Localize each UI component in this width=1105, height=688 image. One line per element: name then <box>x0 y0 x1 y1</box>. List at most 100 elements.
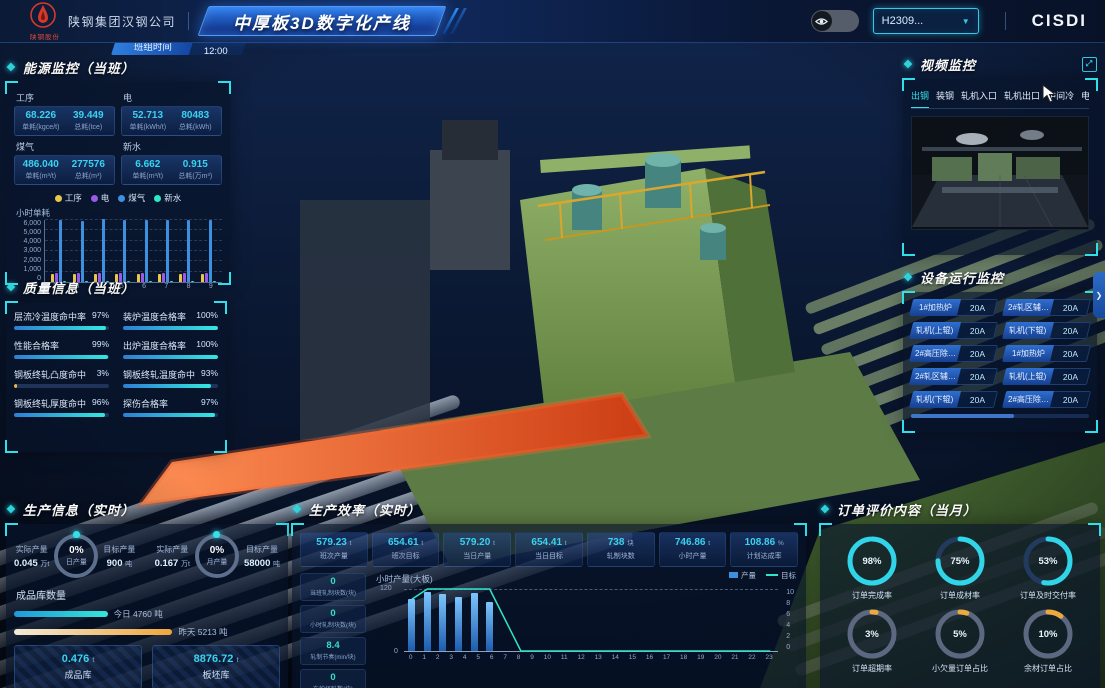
quality-item-top: 钢板终轧厚度命中96% <box>14 397 109 410</box>
device-chip-2#高压除…[interactable]: 2#高压除…20A <box>1002 391 1091 408</box>
quality-item: 探伤合格率97% <box>123 397 218 417</box>
energy-chart-y-axis: 6,0005,0004,0003,0002,0001,0000 <box>14 220 44 282</box>
bar-group <box>73 221 88 282</box>
quality-percent: 93% <box>201 368 218 381</box>
right-axis-tick: 4 <box>786 622 794 629</box>
visibility-toggle[interactable] <box>811 10 859 32</box>
frame-corner <box>1085 420 1098 433</box>
energy-card-category: 工序 <box>16 91 115 104</box>
device-chip-2#高压除…[interactable]: 2#高压除…20A <box>909 345 998 362</box>
stock-bars: 今日 4760 吨昨天 5213 吨 <box>14 608 280 638</box>
video-tab-轧机入口[interactable]: 轧机入口 <box>961 89 997 102</box>
order-donut-ring: 75% <box>933 534 987 588</box>
camera-feed[interactable] <box>911 116 1089 230</box>
video-tab-轧机出口[interactable]: 轧机出口 <box>1004 89 1040 102</box>
quality-label: 钢板终轧厚度命中 <box>14 397 86 410</box>
y-tick: 5,000 <box>23 229 41 236</box>
quality-percent: 97% <box>201 397 218 410</box>
monthly-output-period: 月产量 <box>206 557 227 567</box>
device-chip-1#加热炉[interactable]: 1#加热炉20A <box>1002 345 1091 362</box>
side-box-value: 0 <box>302 576 364 587</box>
efficiency-card-value: 579.23 t <box>302 537 366 548</box>
energy-metric-value: 39.449 <box>65 110 113 121</box>
quality-item-top: 层流冷温度命中率97% <box>14 310 109 323</box>
stock-box-成品库: 0.476 t成品库 <box>14 645 142 688</box>
bar-group <box>94 219 109 282</box>
efficiency-card: 108.86 %计划达成率 <box>730 532 798 567</box>
y-tick: 3,000 <box>23 247 41 254</box>
device-value: 20A <box>957 391 998 408</box>
device-scrollbar-thumb[interactable] <box>911 414 1014 418</box>
bar-煤气 <box>145 220 148 282</box>
energy-metric-value: 277576 <box>65 159 113 170</box>
device-chip-1#加热炉[interactable]: 1#加热炉20A <box>909 299 998 316</box>
efficiency-card-label: 计划达成率 <box>732 551 796 561</box>
device-chip-2#轧区辅…[interactable]: 2#轧区辅…20A <box>909 368 998 385</box>
right-axis-tick: 0 <box>786 644 794 651</box>
device-chip-轧机(上辊)[interactable]: 轧机(上辊)20A <box>909 322 998 339</box>
fullscreen-icon[interactable]: ⤢ <box>1082 57 1097 72</box>
energy-metric: 52.713单耗(kWh/t) <box>124 110 172 132</box>
stock-box-板坯库: 8876.72 t板坯库 <box>152 645 280 688</box>
x-tick: 10 <box>544 654 551 661</box>
x-tick: 11 <box>561 654 568 661</box>
device-value: 20A <box>957 322 998 339</box>
device-chip-2#轧区辅…[interactable]: 2#轧区辅…20A <box>1002 299 1091 316</box>
daily-output-group: 实际产量 0.045 万t 0% 日产量 目标产量 900 吨 <box>14 534 135 578</box>
energy-card-values: 486.040单耗(m³/t)277576总耗(m³) <box>14 155 115 185</box>
x-tick: 1 <box>422 654 426 661</box>
efficiency-card-value: 654.61 t <box>374 537 438 548</box>
x-tick: 0 <box>409 654 413 661</box>
legend-item-电: 电 <box>91 192 110 204</box>
quality-bar-fill <box>14 355 108 359</box>
energy-card: 新水6.662单耗(m³/t)0.915总耗(万m³) <box>121 139 222 188</box>
energy-card-values: 68.226单耗(kgce/t)39.449总耗(tce) <box>14 106 115 136</box>
legend-dot <box>154 195 161 202</box>
device-chip-轧机(上辊)[interactable]: 轧机(上辊)20A <box>1002 368 1091 385</box>
device-chip-轧机(下辊)[interactable]: 轧机(下辊)20A <box>909 391 998 408</box>
energy-metric-label: 总耗(tce) <box>65 122 113 132</box>
device-list: 1#加热炉20A2#轧区辅…20A轧机(上辊)20A轧机(下辊)20A2#高压除… <box>911 299 1089 408</box>
dashboard-root: 陕钢股份 陕钢集团汉钢公司 中厚板3D数字化产线 H2309... ▼ <box>0 0 1105 688</box>
line-selector-dropdown[interactable]: H2309... ▼ <box>873 8 979 34</box>
device-chip-轧机(下辊)[interactable]: 轧机(下辊)20A <box>1002 322 1091 339</box>
panel-collapse-handle[interactable]: ❯ <box>1093 272 1105 318</box>
video-tab-电加热[interactable]: 电加热 <box>1081 89 1089 102</box>
efficiency-card-label: 当日产量 <box>445 551 509 561</box>
video-tab-出钢[interactable]: 出钢 <box>911 89 929 102</box>
video-tab-装钢[interactable]: 装钢 <box>936 89 954 102</box>
efficiency-card-label: 轧制块数 <box>589 551 653 561</box>
device-scrollbar[interactable] <box>911 414 1089 418</box>
device-row: 轧机(上辊)20A轧机(下辊)20A <box>911 322 1089 339</box>
hourly-target-line <box>404 589 778 651</box>
x-tick: 4 <box>463 654 467 661</box>
stock-box-value: 8876.72 t <box>194 653 239 665</box>
x-tick: 19 <box>697 654 704 661</box>
order-donut-value: 75% <box>933 534 987 588</box>
energy-card-category: 煤气 <box>16 140 115 153</box>
frame-corner <box>902 420 915 433</box>
quality-item-top: 出炉温度合格率100% <box>123 339 218 352</box>
video-tab-中间冷[interactable]: 中间冷 <box>1047 89 1074 102</box>
energy-card: 工序 68.226单耗(kgce/t)39.449总耗(tce) <box>14 90 115 139</box>
order-donut-ring: 98% <box>845 534 899 588</box>
x-tick: 21 <box>731 654 738 661</box>
y-tick: 4,000 <box>23 238 41 245</box>
stock-box-value: 0.476 t <box>62 653 95 665</box>
efficiency-card-value: 579.20 t <box>445 537 509 548</box>
orders-donut-grid: 98%订单完成率75%订单成材率53%订单及时交付率3%订单超期率5%小欠量订单… <box>828 532 1092 674</box>
quality-bar-fill <box>14 326 106 330</box>
energy-metric-label: 总耗(kWh) <box>172 122 220 132</box>
device-name: 2#高压除… <box>909 345 962 362</box>
bar-煤气 <box>187 220 190 282</box>
right-axis: 1086420 <box>786 589 794 651</box>
device-name: 轧机(下辊) <box>1002 322 1055 339</box>
order-donut-ring: 3% <box>845 607 899 661</box>
quality-item: 层流冷温度命中率97% <box>14 310 109 330</box>
actual-output-label: 实际产量 <box>14 544 49 555</box>
x-tick: 23 <box>766 654 773 661</box>
quality-bar <box>14 326 109 330</box>
stock-bar-row: 昨天 5213 吨 <box>14 626 280 638</box>
quality-bar <box>14 384 109 388</box>
order-donut-订单完成率: 98%订单完成率 <box>845 534 899 601</box>
